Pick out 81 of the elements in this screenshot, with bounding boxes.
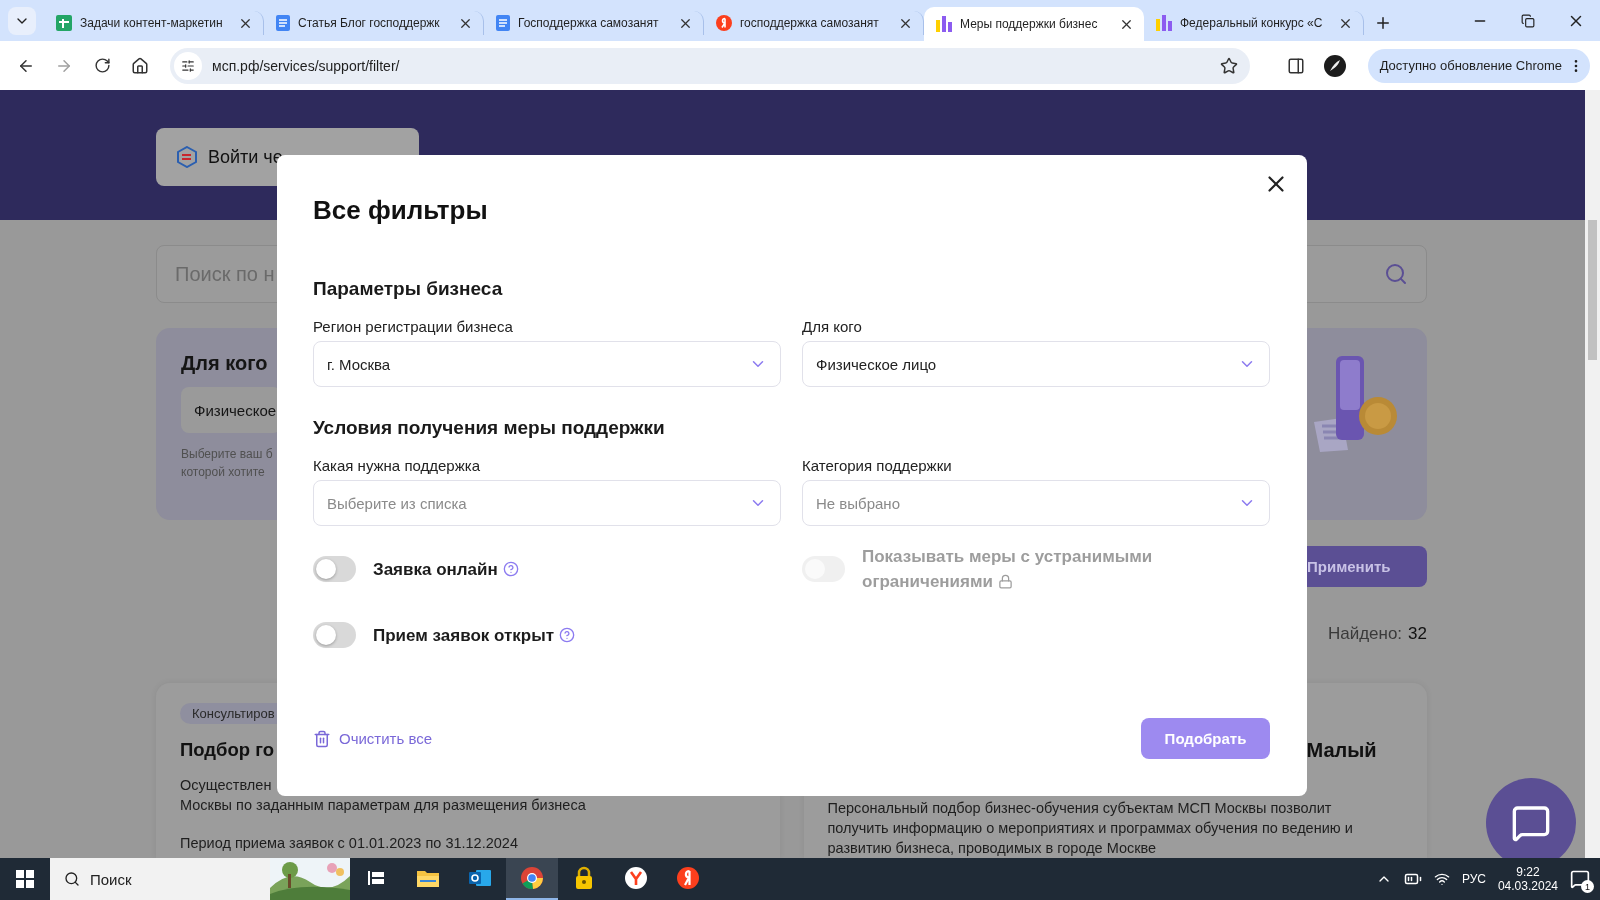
tab-title: Меры поддержки бизнес [960, 17, 1099, 31]
language-indicator[interactable]: РУС [1461, 872, 1486, 886]
found-label: Найдено: [1327, 624, 1403, 644]
section-heading: Условия получения меры поддержки [313, 417, 666, 439]
notification-icon[interactable] [1570, 869, 1590, 889]
sheet-icon [56, 15, 72, 31]
document-icon [496, 15, 510, 31]
tab-search-button[interactable] [8, 7, 36, 35]
card-title: Подбор го [180, 738, 275, 761]
toggle-label: Заявка онлайн [373, 556, 519, 582]
lock-icon [997, 574, 1013, 589]
clear-all-button[interactable]: Очистить все [313, 729, 433, 748]
field-label: Какая нужна поддержка [313, 457, 481, 474]
clock-time[interactable]: 9:22 [1516, 865, 1540, 879]
browser-tab[interactable]: Статья Блог господдержк [264, 11, 484, 35]
mail-icon [468, 867, 492, 889]
help-icon[interactable] [502, 560, 519, 577]
toggle-label: Прием заявок открыт [373, 622, 575, 648]
round-logo-icon [624, 866, 648, 890]
hint-text: Выберите ваш б [181, 446, 274, 463]
select-field[interactable]: Физическое лицо [802, 341, 1270, 387]
address-bar[interactable]: мсп.рф/services/support/filter/ [170, 47, 1250, 84]
browser-tab[interactable]: Федеральный конкурс «С [1144, 11, 1364, 35]
toggle-switch[interactable] [313, 622, 356, 648]
document-icon [276, 15, 290, 31]
clock-date[interactable]: 04.03.2024 [1497, 879, 1558, 893]
speech-bubble-icon [1511, 803, 1551, 843]
bar-chart-icon [936, 16, 952, 32]
logo-icon [176, 146, 198, 168]
card-title: Малый [1306, 739, 1377, 762]
card-text: получить информацию о мероприятиях и программах обучения по ведению и [827, 819, 1354, 838]
site-settings-icon[interactable] [174, 51, 202, 80]
avatar-icon[interactable] [1324, 54, 1346, 77]
wifi-icon[interactable] [1433, 871, 1450, 887]
browser-icon [520, 866, 544, 890]
card-text: развитию бизнеса, проводимых в городе Москве [827, 839, 1158, 858]
found-count: 32 [1408, 624, 1427, 644]
update-chrome-button[interactable]: Доступно обновление Chrome [1367, 48, 1590, 83]
taskbar-search-field[interactable]: Поиск [50, 858, 350, 900]
browser-tab[interactable]: господдержка самозанят [704, 11, 924, 35]
taskbar-app[interactable] [506, 858, 558, 900]
scrollbar[interactable] [1585, 90, 1600, 858]
hint-text: которой хотите [181, 464, 266, 481]
dialog-title: Все фильтры [313, 195, 489, 226]
new-tab-icon[interactable] [1374, 14, 1392, 32]
card-text: Осуществлен [180, 776, 273, 795]
select-field[interactable]: Выберите из списка [313, 480, 781, 526]
tab-title: Федеральный конкурс «С [1180, 16, 1324, 30]
field-label: Категория поддержки [802, 457, 953, 474]
star-icon[interactable] [1220, 56, 1238, 75]
round-logo-icon [716, 15, 732, 31]
card-text: Персональный подбор бизнес-обучения субъектам МСП Москвы позволит [827, 799, 1333, 818]
tab-title: Господдержка самозанят [518, 16, 660, 30]
browser-tab[interactable]: Господдержка самозанят [484, 11, 704, 35]
trash-icon [313, 729, 331, 748]
field-label: Для кого [802, 318, 863, 335]
round-logo-icon [676, 866, 700, 890]
four-squares-icon [16, 870, 34, 888]
tab-title: Статья Блог господдержк [298, 16, 441, 30]
search-icon [64, 871, 80, 887]
toggle-switch[interactable] [313, 556, 356, 582]
select-field[interactable]: Не выбрано [802, 480, 1270, 526]
bar-chart-icon [1156, 15, 1172, 31]
tab-title: господдержка самозанят [740, 16, 880, 30]
card-title: Для кого [181, 352, 269, 375]
search-icon[interactable] [1384, 262, 1408, 286]
notification-count: 1 [1581, 880, 1594, 893]
field-label: Регион регистрации бизнеса [313, 318, 514, 335]
tab-title: Задачи контент-маркетин [80, 16, 224, 30]
browser-tab[interactable]: Меры поддержки бизнес [924, 7, 1144, 41]
toggle-label: Показывать меры с устранимыми ограничениями [862, 546, 1154, 593]
section-heading: Параметры бизнеса [313, 278, 504, 300]
card-text: Период приема заявок с 01.01.2023 по 31.12.2024 [180, 834, 519, 853]
task-view-icon [366, 868, 386, 888]
apply-button[interactable]: Применить [1307, 546, 1427, 587]
padlock-icon [574, 866, 594, 890]
select-field[interactable]: г. Москва [313, 341, 781, 387]
help-icon[interactable] [558, 626, 575, 643]
folder-icon [416, 868, 440, 888]
browser-tab[interactable]: Задачи контент-маркетин [44, 11, 264, 35]
card-text: Москвы по заданным параметрам для размещения бизнеса [180, 796, 587, 815]
